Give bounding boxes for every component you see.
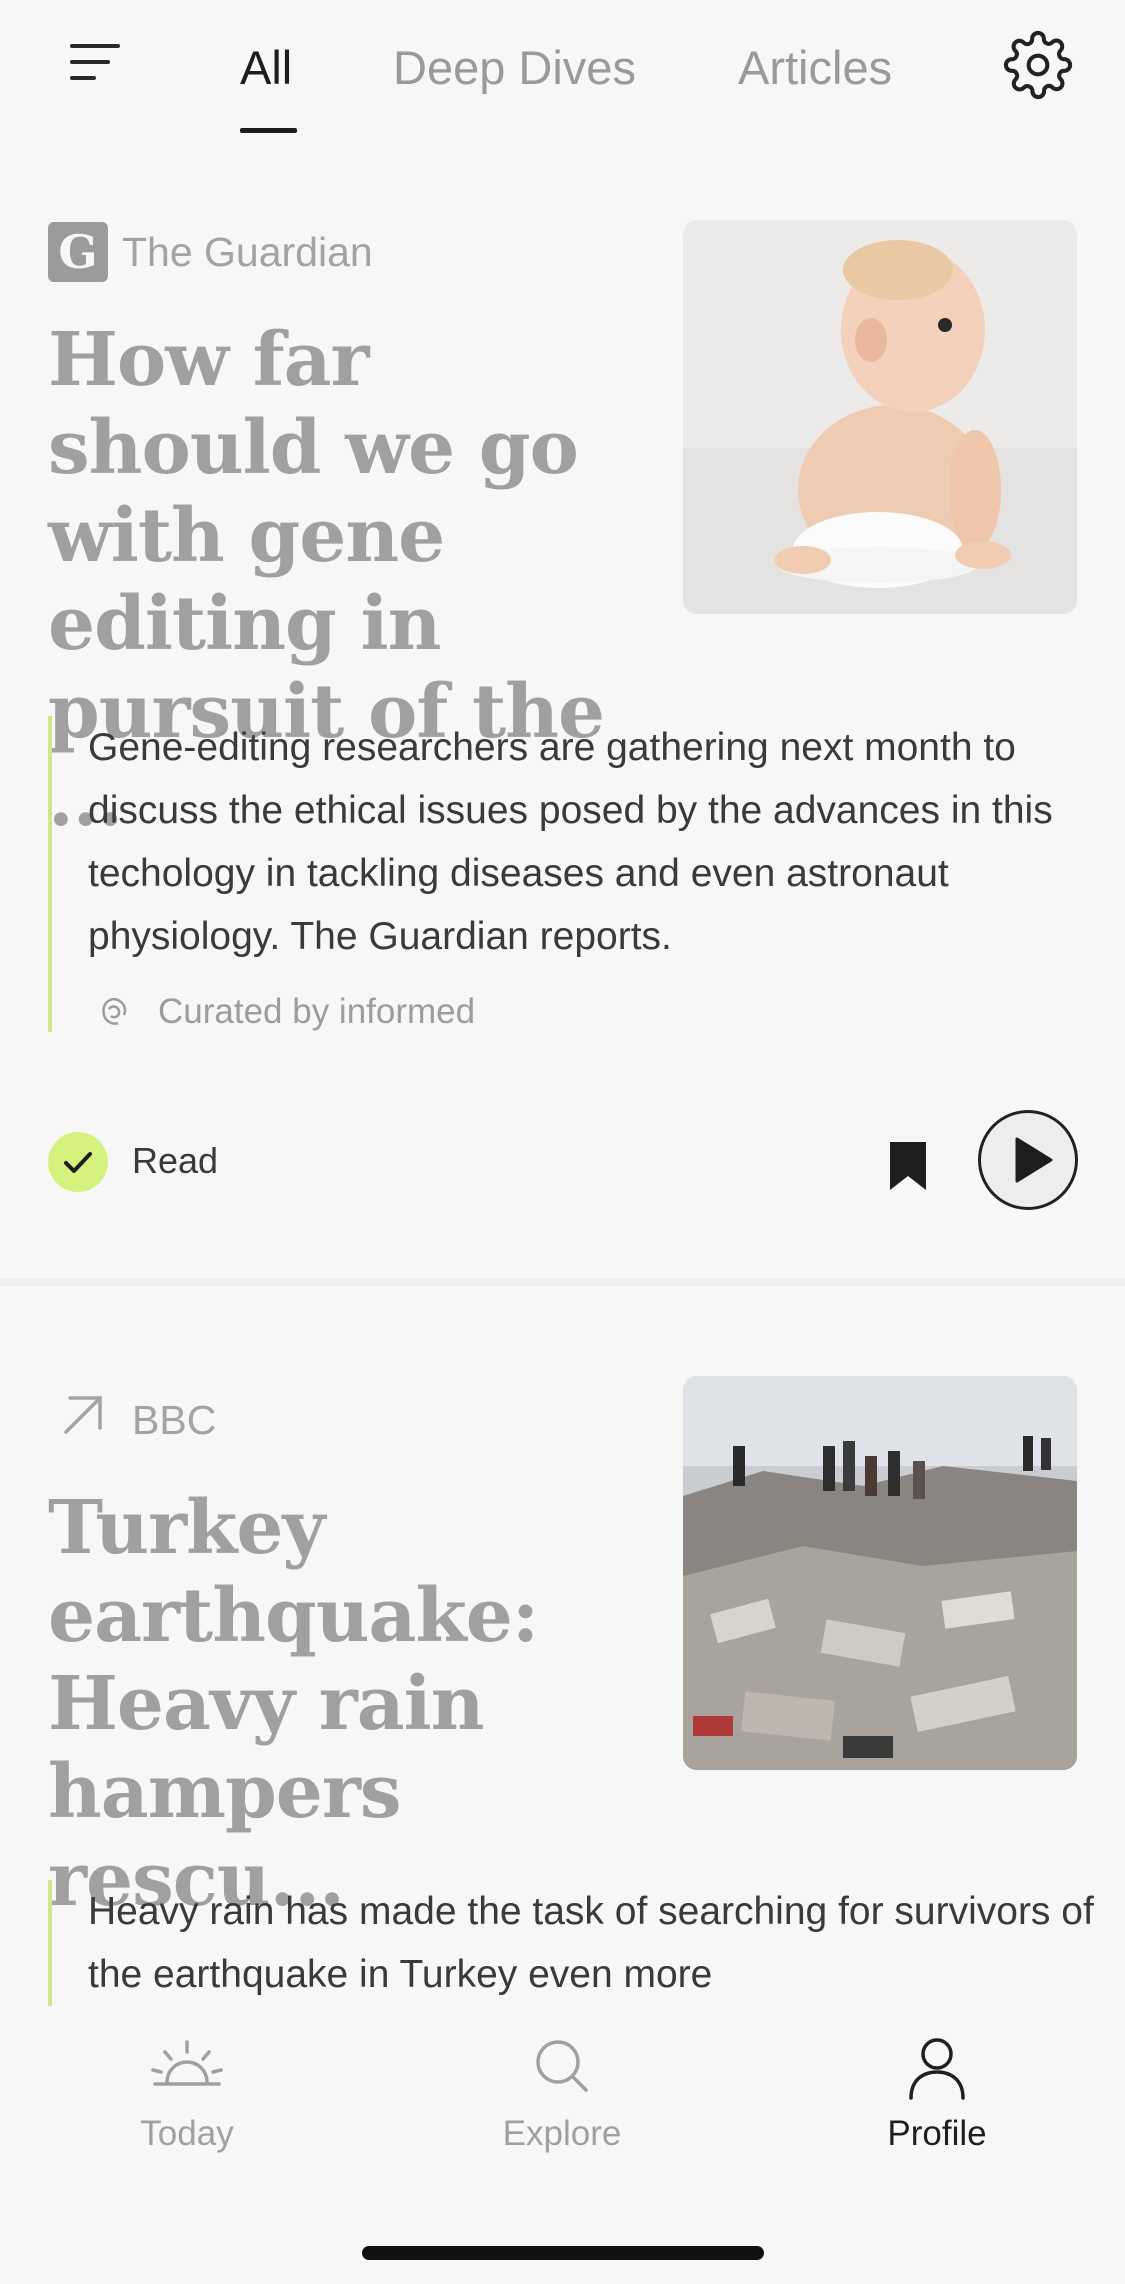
gear-icon[interactable] (1003, 30, 1073, 100)
search-icon (522, 2032, 602, 2102)
guardian-logo-icon: G (48, 222, 108, 282)
article-source: BBC (48, 1390, 216, 1450)
nav-label-profile: Profile (887, 2114, 987, 2153)
source-name: The Guardian (122, 228, 373, 275)
external-link-arrow-icon (48, 1390, 108, 1450)
article-thumbnail[interactable] (683, 220, 1077, 614)
informed-logo-icon (98, 995, 132, 1029)
home-indicator (362, 2246, 764, 2260)
summary-text: Heavy rain has made the task of searchin… (88, 1890, 1094, 1996)
top-bar: All Deep Dives Articles (0, 0, 1125, 150)
nav-item-profile[interactable]: Profile (817, 2032, 1057, 2154)
sunrise-icon (147, 2032, 227, 2102)
read-check-icon[interactable] (48, 1132, 108, 1192)
summary-text: Gene-editing researchers are gathering n… (88, 726, 1053, 958)
article-summary: Heavy rain has made the task of searchin… (48, 1880, 1108, 2006)
play-audio-button[interactable] (978, 1110, 1078, 1210)
article-actions: Read (48, 1110, 1078, 1210)
person-icon (897, 2032, 977, 2102)
source-name: BBC (132, 1396, 217, 1443)
tab-articles[interactable]: Articles (738, 40, 892, 95)
tab-all[interactable]: All (240, 40, 292, 95)
filter-menu-icon[interactable] (68, 40, 124, 90)
bottom-navigation: Today Explore Profile (0, 2012, 1125, 2284)
curated-label: Curated by informed (158, 992, 476, 1031)
card-divider (0, 1278, 1125, 1286)
article-title[interactable]: Turkey earthquake: Heavy rain hampers re… (48, 1484, 628, 1924)
bookmark-icon[interactable] (888, 1140, 928, 1192)
article-card[interactable]: G The Guardian How far should we go with… (0, 190, 1125, 1280)
nav-item-explore[interactable]: Explore (442, 2032, 682, 2154)
tab-deep-dives[interactable]: Deep Dives (393, 40, 636, 95)
curated-by: Curated by informed (88, 992, 1108, 1032)
read-status-label[interactable]: Read (132, 1140, 218, 1182)
nav-label-today: Today (140, 2114, 234, 2153)
nav-item-today[interactable]: Today (67, 2032, 307, 2154)
article-summary: Gene-editing researchers are gathering n… (48, 716, 1108, 1032)
article-source: G The Guardian (48, 222, 373, 282)
article-thumbnail[interactable] (683, 1376, 1077, 1770)
nav-label-explore: Explore (502, 2114, 622, 2153)
article-card[interactable]: BBC Turkey earthquake: Heavy rain hamper… (0, 1340, 1125, 2040)
active-tab-indicator (240, 128, 297, 133)
